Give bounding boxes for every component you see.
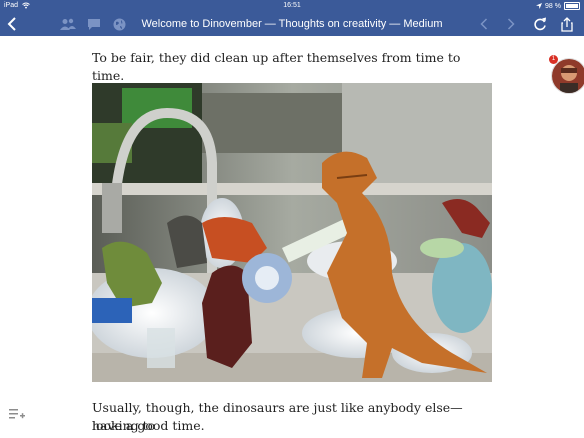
friends-icon [60, 18, 76, 30]
list-add-icon [9, 409, 25, 419]
next-button[interactable] [501, 12, 521, 36]
reload-button[interactable] [530, 12, 550, 36]
list-add-button[interactable] [9, 408, 25, 426]
location-icon [536, 3, 543, 9]
share-button[interactable] [557, 12, 577, 36]
status-time: 16:51 [283, 2, 301, 9]
status-right: 98 % [536, 2, 580, 10]
chat-button[interactable] [84, 12, 104, 36]
back-button[interactable] [2, 12, 22, 36]
chat-icon [88, 18, 100, 30]
avatar[interactable] [551, 58, 584, 94]
battery-icon [564, 2, 580, 10]
reload-icon [533, 17, 546, 31]
globe-button[interactable] [109, 12, 129, 36]
battery-percent: 98 % [545, 2, 561, 10]
article-paragraph-bottom-line2: have a good time. [92, 418, 205, 433]
share-icon [561, 16, 573, 32]
dinosaur-photo [92, 83, 492, 382]
nav-bar: Welcome to Dinovember — Thoughts on crea… [0, 12, 584, 36]
notification-badge: 1 [549, 55, 558, 64]
back-icon [7, 17, 16, 31]
status-bar: iPad 16:51 98 % [0, 0, 584, 12]
prev-button[interactable] [474, 12, 494, 36]
article-paragraph-top: To be fair, they did clean up after them… [92, 50, 461, 83]
next-icon [507, 18, 515, 30]
prev-icon [480, 18, 488, 30]
friends-button[interactable] [58, 12, 78, 36]
globe-icon [113, 18, 125, 30]
